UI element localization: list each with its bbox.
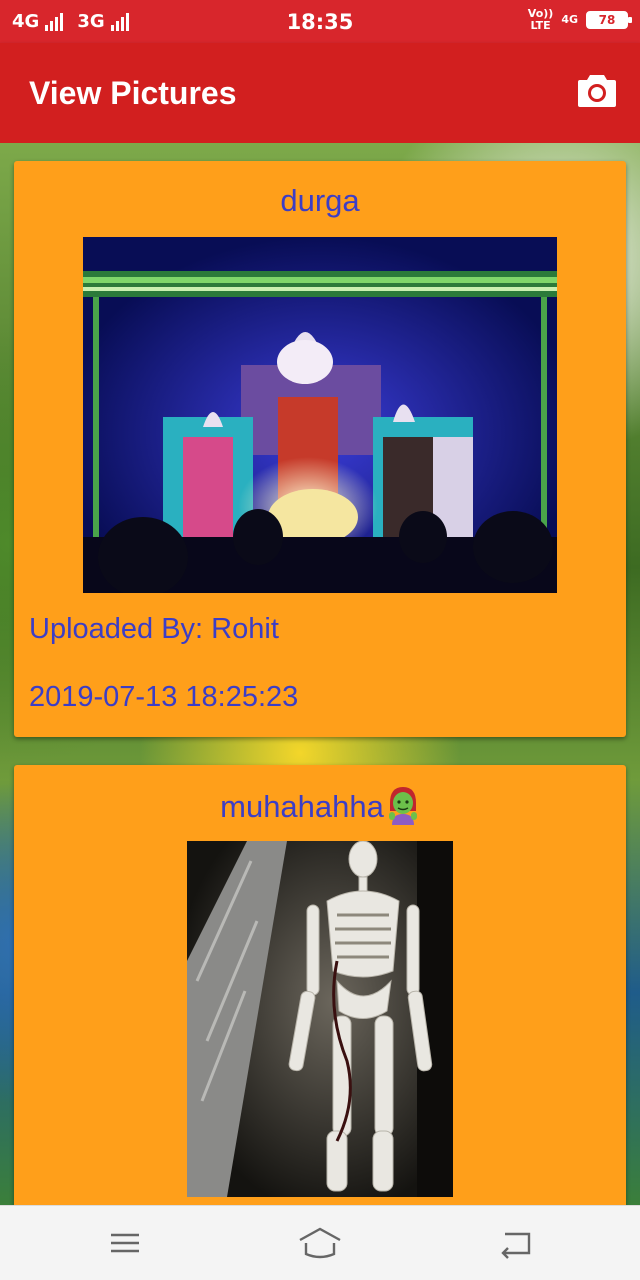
picture-card[interactable]: durga Uploaded By: Rohit 2019-07-13 18:2… <box>14 161 626 737</box>
volte-indicator: Vo)) LTE <box>528 8 554 32</box>
app-bar: View Pictures <box>0 43 640 143</box>
durga-idol-photo[interactable] <box>83 237 557 593</box>
battery-level: 78 <box>598 13 616 27</box>
network-type-right: 4G <box>561 13 578 26</box>
zombie-emoji-icon <box>386 785 420 833</box>
skeleton-photo[interactable] <box>187 841 453 1197</box>
picture-list[interactable]: durga Uploaded By: Rohit 2019-07-13 18:2… <box>0 143 640 1205</box>
camera-button[interactable] <box>578 73 616 107</box>
system-nav-bar <box>0 1205 640 1280</box>
picture-title-row: muhahahha <box>14 785 626 833</box>
page-title: View Pictures <box>29 75 237 111</box>
uploaded-by: Uploaded By: Rohit <box>29 613 279 645</box>
picture-title: durga <box>280 183 360 218</box>
status-icons: Vo)) LTE 4G 78 <box>528 8 632 32</box>
picture-card[interactable]: muhahahha <box>14 765 626 1205</box>
menu-button[interactable] <box>103 1226 147 1260</box>
upload-timestamp: 2019-07-13 18:25:23 <box>29 681 299 713</box>
status-bar: 4G 3G 18:35 Vo)) LTE 4G 78 <box>0 0 640 43</box>
menu-icon <box>111 1233 139 1253</box>
camera-icon <box>578 75 616 107</box>
home-icon <box>299 1227 341 1259</box>
back-icon <box>501 1232 531 1259</box>
back-button[interactable] <box>493 1226 537 1260</box>
picture-title: muhahahha <box>220 789 384 825</box>
lte-label: LTE <box>530 19 551 32</box>
battery-icon: 78 <box>586 11 632 29</box>
home-button[interactable] <box>298 1226 342 1260</box>
